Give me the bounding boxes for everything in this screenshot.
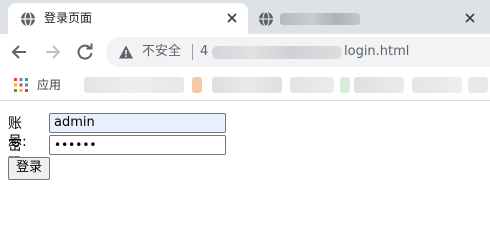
reload-icon[interactable] xyxy=(75,42,95,62)
address-bar[interactable]: 不安全 4 login.html xyxy=(106,37,490,67)
arrow-right-icon[interactable] xyxy=(42,42,62,62)
bookmark-blurred[interactable] xyxy=(354,77,404,93)
url-prefix: 4 xyxy=(200,44,209,59)
password-input[interactable]: •••••• xyxy=(49,135,226,155)
tab-strip: 登录页面 xyxy=(0,0,490,34)
arrow-left-icon[interactable] xyxy=(10,42,30,62)
globe-icon xyxy=(259,11,273,27)
not-secure-label: 不安全 xyxy=(142,44,182,59)
bookmark-blurred[interactable] xyxy=(468,77,488,93)
omnibox-divider xyxy=(192,44,193,60)
username-input[interactable]: admin xyxy=(49,113,226,133)
apps-grid-icon[interactable] xyxy=(14,78,28,92)
bookmark-blurred[interactable] xyxy=(290,77,334,93)
bookmark-blurred[interactable] xyxy=(212,77,282,93)
close-icon[interactable] xyxy=(464,12,476,24)
bookmark-favicon-blurred xyxy=(340,77,350,93)
tab-login-page[interactable]: 登录页面 xyxy=(8,3,248,34)
page-content: 账号: admin 密码: •••••• 登录 xyxy=(0,101,490,242)
toolbar: 不安全 4 login.html xyxy=(0,34,490,70)
close-icon[interactable] xyxy=(226,12,238,24)
globe-icon xyxy=(21,11,35,27)
bookmark-blurred[interactable] xyxy=(84,77,184,93)
login-button[interactable]: 登录 xyxy=(8,157,50,180)
tab-title-blurred xyxy=(280,13,360,25)
bookmark-blurred[interactable] xyxy=(412,77,462,93)
apps-label[interactable]: 应用 xyxy=(37,77,61,93)
bookmarks-bar: 应用 xyxy=(0,70,490,101)
warning-icon[interactable] xyxy=(118,44,134,60)
bookmark-favicon-blurred xyxy=(192,77,202,93)
tab-other[interactable] xyxy=(250,3,490,34)
url-host-blurred xyxy=(212,46,342,59)
url-path: login.html xyxy=(344,44,410,59)
tab-title: 登录页面 xyxy=(44,11,93,25)
